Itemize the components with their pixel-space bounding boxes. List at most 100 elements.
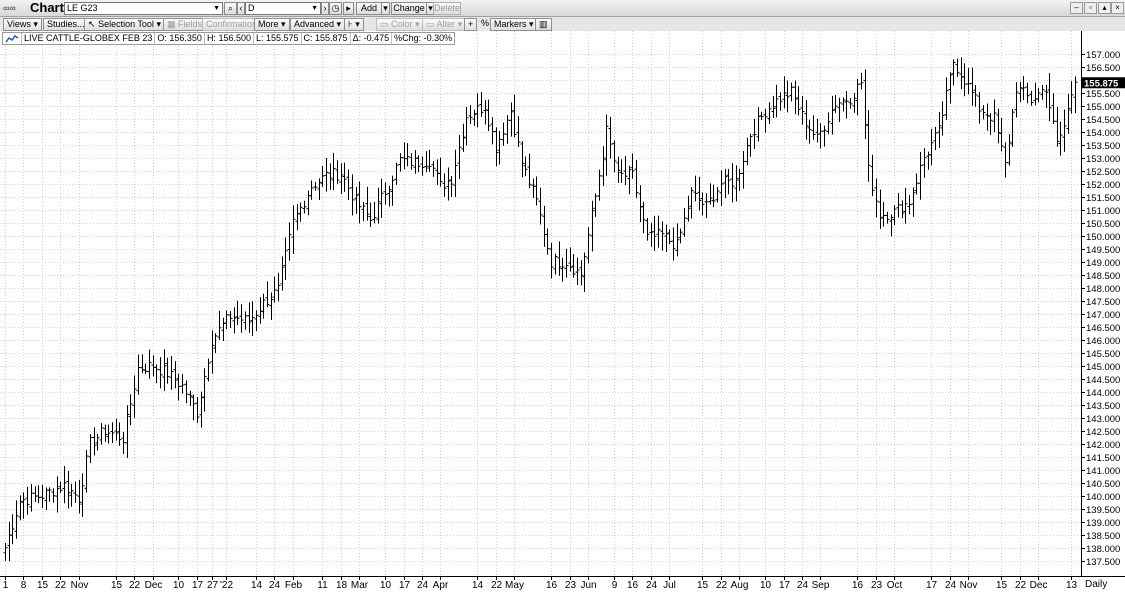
- x-tick-label: 15: [996, 580, 1008, 591]
- change-button[interactable]: Change: [391, 2, 427, 15]
- x-tick-label: 11: [317, 580, 328, 591]
- y-tick-label: 152.500: [1086, 167, 1120, 178]
- selection-tool-button[interactable]: ↖ Selection Tool ▾: [84, 18, 165, 31]
- y-tick-label: 147.500: [1086, 297, 1120, 308]
- y-tick-label: 144.000: [1086, 388, 1120, 399]
- add-dropdown-button[interactable]: ▾: [381, 2, 390, 15]
- color-button[interactable]: ▭ Color ▾: [376, 18, 424, 31]
- x-tick-label: 16: [546, 580, 558, 591]
- x-tick-label: Oct: [887, 580, 903, 591]
- y-tick-label: 155.000: [1086, 102, 1120, 113]
- minimize-icon: –: [1074, 3, 1079, 12]
- y-tick-label: 139.000: [1086, 518, 1120, 529]
- bar-type-button[interactable]: ⊦ ▾: [344, 18, 364, 31]
- selection-tool-label: Selection Tool: [98, 19, 154, 29]
- x-tick-label: 8: [21, 580, 27, 591]
- x-tick-label: 14: [472, 580, 484, 591]
- interval-next-button[interactable]: ›: [321, 2, 329, 15]
- interval-prev-button[interactable]: ‹: [237, 2, 245, 15]
- chevron-down-icon: ▾: [457, 19, 463, 29]
- trash-button[interactable]: ▥: [535, 18, 552, 31]
- y-tick-label: 153.500: [1086, 141, 1120, 152]
- alter-icon: ▭: [426, 19, 435, 29]
- add-button[interactable]: Add: [356, 2, 382, 15]
- x-tick-label: Sep: [812, 580, 830, 591]
- series-legend[interactable]: LIVE CATTLE-GLOBEX FEB 23 O: 156.350 H: …: [2, 32, 456, 45]
- x-tick-label: 18: [336, 580, 348, 591]
- chevron-down-icon: ▾: [281, 19, 286, 29]
- x-tick-label: 22: [716, 580, 728, 591]
- more-label: More: [258, 19, 279, 29]
- y-tick-label: 143.000: [1086, 414, 1120, 425]
- x-tick-label: 17: [779, 580, 791, 591]
- x-tick-label: 23: [871, 580, 883, 591]
- window-title: Chart: [30, 0, 64, 15]
- x-tick-label: 9: [612, 580, 618, 591]
- x-tick-label: Jul: [663, 580, 676, 591]
- y-tick-label: 143.500: [1086, 401, 1120, 412]
- y-tick-label: 140.500: [1086, 479, 1120, 490]
- symbol-combobox[interactable]: LE G23 ▼: [64, 2, 223, 15]
- close-button[interactable]: ×: [1111, 2, 1124, 14]
- alter-label: Alter: [436, 19, 456, 29]
- x-tick-label: Jun: [580, 580, 596, 591]
- x-tick-label: 15: [111, 580, 123, 591]
- views-button[interactable]: Views ▾: [3, 18, 42, 31]
- legend-close: C: 155.875: [302, 33, 351, 44]
- alter-button[interactable]: ▭ Alter ▾: [422, 18, 467, 31]
- markers-button[interactable]: Markers ▾: [490, 18, 538, 31]
- chevron-down-icon: ▾: [383, 3, 388, 13]
- x-tick-label: 24: [646, 580, 658, 591]
- advanced-label: Advanced: [294, 19, 335, 29]
- chevron-right-icon: ›: [323, 3, 327, 13]
- x-tick-label: 17: [399, 580, 411, 591]
- x-tick-label: 13: [1066, 580, 1078, 591]
- y-tick-label: 139.500: [1086, 505, 1120, 516]
- x-tick-label: 24: [945, 580, 957, 591]
- studies-button[interactable]: Studies...: [43, 18, 89, 31]
- x-tick-label: 15: [37, 580, 49, 591]
- delete-button[interactable]: Delete: [433, 2, 461, 15]
- price-chart[interactable]: 137.500 138.000 138.500 139.000 139.500 140.0…: [0, 31, 1125, 592]
- chart-area[interactable]: 137.500 138.000 138.500 139.000 139.500 140.0…: [0, 31, 1125, 592]
- y-tick-label: 138.000: [1086, 544, 1120, 555]
- search-symbol-button[interactable]: ⌕: [224, 2, 237, 15]
- play-button[interactable]: ▸: [343, 2, 354, 15]
- ohlc-bar-icon: ⊦: [348, 19, 353, 29]
- x-tick-label: 22: [491, 580, 503, 591]
- y-tick-label: 154.000: [1086, 128, 1120, 139]
- restore-button[interactable]: ▫: [1084, 2, 1097, 14]
- play-icon: ▸: [346, 3, 351, 13]
- confirmation-button[interactable]: Confirmation: [202, 18, 262, 31]
- interval-value: D: [248, 3, 255, 13]
- x-tick-label: 24: [417, 580, 429, 591]
- x-tick-label: 24: [797, 580, 809, 591]
- y-tick-label: 157.000: [1086, 50, 1120, 61]
- horizontal-gridlines: [0, 54, 1081, 562]
- x-tick-label: 17: [192, 580, 204, 591]
- y-tick-label: 155.500: [1086, 89, 1120, 100]
- y-tick-label: 151.000: [1086, 206, 1120, 217]
- chevron-down-icon: ▾: [33, 19, 38, 29]
- minimize-button[interactable]: –: [1070, 2, 1083, 14]
- app-logo-icon: ∞∞: [3, 3, 16, 13]
- y-tick-label: 142.500: [1086, 427, 1120, 438]
- advanced-button[interactable]: Advanced ▾: [290, 18, 346, 31]
- x-tick-label: 17: [926, 580, 938, 591]
- history-button[interactable]: ◷: [329, 2, 342, 15]
- trash-icon: ▥: [539, 19, 548, 29]
- vertical-gridlines: [5, 31, 1072, 576]
- y-tick-label: 145.000: [1086, 362, 1120, 373]
- interval-combobox[interactable]: D ▼: [245, 2, 321, 15]
- x-tick-label: 15: [697, 580, 709, 591]
- fields-icon: ▦: [167, 19, 176, 29]
- legend-pct-change: %Chg: -0.30%: [394, 33, 453, 43]
- crosshair-button[interactable]: +: [464, 18, 478, 31]
- legend-change: Δ: -0.475: [351, 33, 393, 44]
- maximize-button[interactable]: ▴: [1098, 2, 1111, 14]
- x-tick-label: 22: [55, 580, 67, 591]
- y-axis-ticks: 137.500 138.000 138.500 139.000 139.500 140.0…: [1081, 50, 1120, 568]
- x-axis-ticks: 1 8 15 22 Nov 15 22 Dec 10 17 27'22 14 24 Feb 11 18 Mar 1…: [3, 576, 1078, 591]
- symbol-value: LE G23: [67, 3, 98, 13]
- more-button[interactable]: More ▾: [254, 18, 290, 31]
